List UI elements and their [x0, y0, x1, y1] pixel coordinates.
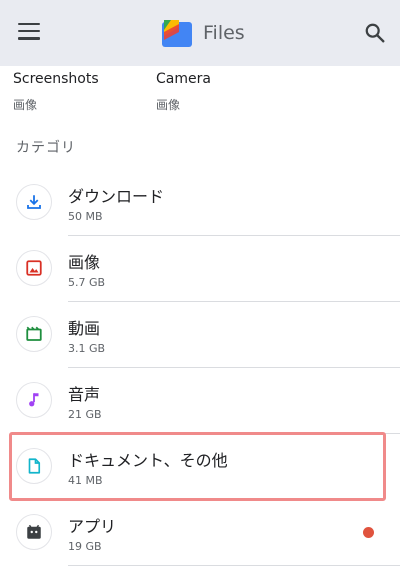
recent-folder-name: Screenshots [13, 71, 99, 87]
recent-folder-screenshots[interactable]: Screenshots 画像 [13, 71, 99, 113]
recent-folder-name: Camera [156, 71, 211, 87]
category-apps[interactable]: アプリ 19 GB [0, 500, 400, 566]
menu-icon [18, 23, 40, 26]
app-bar: Files [0, 0, 400, 66]
category-name: アプリ [68, 517, 117, 536]
app-title: Files [203, 22, 245, 44]
category-size: 50 MB [68, 210, 103, 223]
category-size: 5.7 GB [68, 276, 106, 289]
menu-icon-line [18, 37, 40, 40]
divider [68, 565, 400, 566]
category-name: 動画 [68, 319, 101, 338]
notification-dot [363, 527, 374, 538]
search-icon[interactable] [364, 22, 386, 44]
category-size: 21 GB [68, 408, 102, 421]
category-size: 3.1 GB [68, 342, 106, 355]
category-images[interactable]: 画像 5.7 GB [0, 236, 400, 302]
recent-folders: Screenshots 画像 Camera 画像 [0, 66, 400, 126]
download-icon [27, 195, 41, 209]
category-name: ダウンロード [68, 187, 165, 206]
category-icon-wrap [16, 250, 52, 286]
recent-folder-type: 画像 [13, 98, 38, 112]
category-icon-wrap [16, 184, 52, 220]
menu-button[interactable] [18, 23, 40, 43]
files-logo-icon [162, 20, 192, 47]
category-size: 19 GB [68, 540, 102, 553]
category-icon-wrap [16, 316, 52, 352]
category-name: 画像 [68, 253, 101, 272]
recent-folder-camera[interactable]: Camera 画像 [156, 71, 211, 113]
category-icon-wrap [16, 514, 52, 550]
category-downloads[interactable]: ダウンロード 50 MB [0, 170, 400, 236]
video-icon [26, 326, 42, 341]
category-icon-wrap [16, 382, 52, 418]
audio-icon [29, 393, 39, 407]
app-title-group: Files [161, 18, 245, 48]
image-icon [26, 260, 42, 276]
menu-icon-line [18, 30, 40, 33]
android-app-icon [27, 524, 41, 539]
category-audio[interactable]: 音声 21 GB [0, 368, 400, 434]
recent-folder-type: 画像 [156, 98, 181, 112]
category-name: 音声 [68, 385, 101, 404]
section-title-categories: カテゴリ [16, 140, 76, 156]
highlight-box [9, 432, 386, 501]
category-videos[interactable]: 動画 3.1 GB [0, 302, 400, 368]
